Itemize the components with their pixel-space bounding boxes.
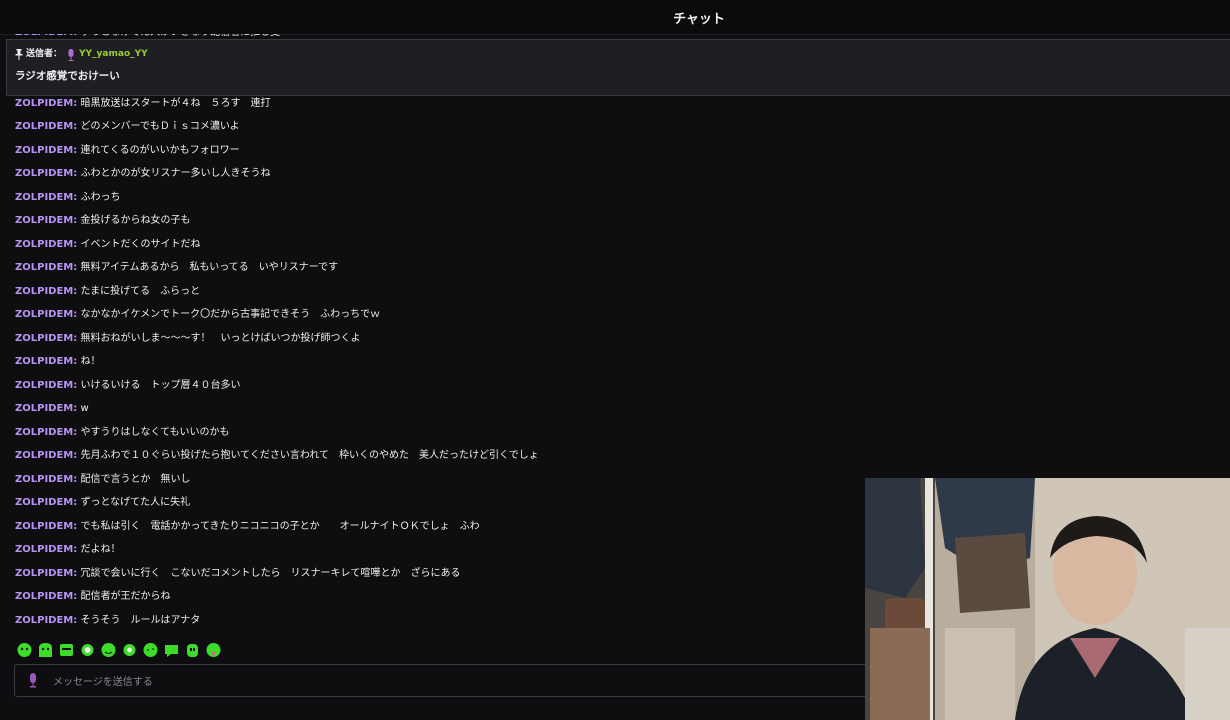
chat-message-author[interactable]: ZOLPIDEM:	[15, 615, 77, 626]
chat-message-text: なかなかイケメンでトーク〇だから古事記できそう ふわっちでｗ	[80, 309, 381, 320]
chat-message-author[interactable]: ZOLPIDEM:	[15, 568, 77, 579]
chat-message-text: そうそう ルールはアナタ	[80, 614, 201, 626]
chat-message-text: ね！	[80, 356, 101, 367]
chat-message-text: ずっとなげてた人がいきなり配信者に推し変	[80, 34, 280, 38]
chat-message: ZOLPIDEM: w	[15, 397, 865, 421]
chat-message-text: でも私は引く 電話かかってきたりニコニコの子とか オールナイトＯＫでしょ ふわ	[80, 520, 480, 532]
chat-message-author[interactable]: ZOLPIDEM:	[15, 333, 77, 344]
green-blob-emote-icon[interactable]	[37, 642, 54, 658]
mic-icon	[30, 673, 36, 688]
chat-message: ZOLPIDEM: 無料アイテムあるから 私もいってる いやリスナーです	[15, 256, 865, 280]
chat-message-text: 冗談で会いに行く こないだコメントしたら リスナーキレて喧嘩とか ざらにある	[80, 567, 461, 579]
chat-title: チャット	[673, 12, 725, 27]
chat-message-text: ふわとかのが女リスナー多いし人きそうね	[80, 168, 271, 179]
chat-message-area[interactable]: ZOLPIDEM: ずっとなげてた人がいきなり配信者に推し変 ZOLPIDEM: …	[0, 34, 865, 640]
chat-message: ZOLPIDEM: なかなかイケメンでトーク〇だから古事記できそう ふわっちでｗ	[15, 303, 865, 327]
chat-message: ZOLPIDEM: 連れてくるのがいいかもフォロワー	[15, 139, 865, 163]
pin-icon	[15, 49, 23, 60]
green-bubble-emote-icon[interactable]	[163, 642, 180, 658]
chat-message-text: ふわっち	[80, 191, 121, 203]
chat-message-text: 配信で言うとか 無いし	[80, 473, 191, 485]
chat-message: ZOLPIDEM: イベントだくのサイトだね	[15, 233, 865, 257]
chat-message: ZOLPIDEM: ふわとかのが女リスナー多いし人きそうね	[15, 162, 865, 186]
green-star-emote-icon[interactable]	[121, 642, 138, 658]
chat-message-author[interactable]: ZOLPIDEM:	[15, 215, 77, 226]
chat-message-text: いけるいける トップ層４０台多い	[80, 379, 241, 391]
chat-message: ZOLPIDEM: たまに投げてる ふらっと	[15, 280, 865, 304]
green-wink-emote-icon[interactable]	[142, 642, 159, 658]
chat-message-list: ZOLPIDEM: ずっとなげてた人がいきなり配信者に推し変 ZOLPIDEM: …	[15, 34, 865, 632]
chat-message: ZOLPIDEM: 冗談で会いに行く こないだコメントしたら リスナーキレて喧嘩…	[15, 562, 865, 586]
green-tongue-emote-icon[interactable]	[205, 642, 222, 658]
chat-message-author[interactable]: ZOLPIDEM:	[15, 497, 77, 508]
chat-message-text: イベントだくのサイトだね	[80, 238, 201, 250]
chat-message-author[interactable]: ZOLPIDEM:	[15, 427, 77, 438]
chat-message: ZOLPIDEM: やすうりはしなくてもいいのかも	[15, 421, 865, 445]
chat-message-author[interactable]: ZOLPIDEM:	[15, 145, 77, 156]
pinned-message[interactable]: 送信者： YY_yamao_YY ラジオ感覚でおけーい	[6, 39, 1230, 96]
chat-message-author[interactable]: ZOLPIDEM:	[15, 309, 77, 320]
chat-message: ZOLPIDEM: ね！	[15, 350, 865, 374]
chat-message-author[interactable]: ZOLPIDEM:	[15, 403, 77, 414]
chat-message: ZOLPIDEM: 配信者が王だからね	[15, 585, 865, 609]
chat-input-box[interactable]	[14, 664, 874, 697]
mic-badge-icon	[68, 48, 74, 61]
chat-message: ZOLPIDEM: 配信で言うとか 無いし	[15, 468, 865, 492]
chat-message-author[interactable]: ZOLPIDEM:	[15, 544, 77, 555]
chat-message: ZOLPIDEM: でも私は引く 電話かかってきたりニコニコの子とか オールナイ…	[15, 515, 865, 539]
chat-message-text: 配信者が王だからね	[80, 591, 171, 602]
chat-message-text: 先月ふわで１０ぐらい投げたら抱いてください言われて 枠いくのやめた 美人だったけ…	[80, 450, 539, 461]
chat-message-author[interactable]: ZOLPIDEM:	[15, 474, 77, 485]
chat-message: ZOLPIDEM: そうそう ルールはアナタ	[15, 609, 865, 633]
green-box-emote-icon[interactable]	[58, 642, 75, 658]
webcam-video	[865, 478, 1230, 720]
chat-message-author[interactable]: ZOLPIDEM:	[15, 34, 77, 38]
webcam-image	[865, 478, 1230, 720]
chat-message: ZOLPIDEM: どのメンバーでもＤｉｓコメ濃いよ	[15, 115, 865, 139]
pinned-header: 送信者： YY_yamao_YY	[15, 48, 148, 61]
chat-message: ZOLPIDEM: いけるいける トップ層４０台多い	[15, 374, 865, 398]
pinned-username[interactable]: YY_yamao_YY	[79, 48, 148, 61]
chat-message: ZOLPIDEM: ふわっち	[15, 186, 865, 210]
chat-message-input[interactable]	[51, 671, 835, 693]
chat-message: ZOLPIDEM: 無料おねがいしま〜〜〜す！ いっとけばいつか投げ師つくよ	[15, 327, 865, 351]
chat-message-author[interactable]: ZOLPIDEM:	[15, 380, 77, 391]
chat-message: ZOLPIDEM: 先月ふわで１０ぐらい投げたら抱いてください言われて 枠いくの…	[15, 444, 865, 468]
chat-message-author[interactable]: ZOLPIDEM:	[15, 192, 77, 203]
chat-message-author[interactable]: ZOLPIDEM:	[15, 262, 77, 273]
green-face-emote-icon[interactable]	[16, 642, 33, 658]
chat-message-author[interactable]: ZOLPIDEM:	[15, 168, 77, 179]
chat-message-text: ずっとなげてた人に失礼	[80, 497, 191, 508]
chat-message-author[interactable]: ZOLPIDEM:	[15, 521, 77, 532]
chat-message-author[interactable]: ZOLPIDEM:	[15, 356, 77, 367]
chat-message: ZOLPIDEM: 金投げるからね女の子も	[15, 209, 865, 233]
chat-message-text: 無料おねがいしま〜〜〜す！ いっとけばいつか投げ師つくよ	[80, 332, 361, 344]
chat-message-author[interactable]: ZOLPIDEM:	[15, 98, 77, 109]
chat-message-text: 連れてくるのがいいかもフォロワー	[80, 144, 240, 156]
chat-message-author[interactable]: ZOLPIDEM:	[15, 286, 77, 297]
chat-message-text: 金投げるからね女の子も	[80, 215, 191, 226]
chat-message: ZOLPIDEM: ずっとなげてた人に失礼	[15, 491, 865, 515]
pinned-sender-label: 送信者：	[26, 49, 63, 59]
emote-bar	[16, 642, 222, 658]
chat-message-author[interactable]: ZOLPIDEM:	[15, 239, 77, 250]
chat-message-text: w	[80, 403, 89, 414]
pinned-message-text: ラジオ感覚でおけーい	[15, 70, 120, 82]
chat-header: チャット	[0, 0, 1230, 35]
chat-message-text: どのメンバーでもＤｉｓコメ濃いよ	[80, 121, 240, 132]
green-gear-emote-icon[interactable]	[79, 642, 96, 658]
green-smile-emote-icon[interactable]	[100, 642, 117, 658]
chat-message: ZOLPIDEM: だよね！	[15, 538, 865, 562]
chat-message-author[interactable]: ZOLPIDEM:	[15, 591, 77, 602]
chat-message-text: 無料アイテムあるから 私もいってる いやリスナーです	[80, 262, 339, 273]
green-ghost-emote-icon[interactable]	[184, 642, 201, 658]
chat-message-author[interactable]: ZOLPIDEM:	[15, 450, 77, 461]
chat-message-author[interactable]: ZOLPIDEM:	[15, 121, 77, 132]
chat-message-text: 暗黒放送はスタートが４ね ５ろす 連打	[80, 97, 271, 109]
chat-message-text: やすうりはしなくてもいいのかも	[80, 426, 230, 438]
chat-message-text: だよね！	[80, 544, 121, 555]
chat-message-text: たまに投げてる ふらっと	[80, 285, 201, 297]
